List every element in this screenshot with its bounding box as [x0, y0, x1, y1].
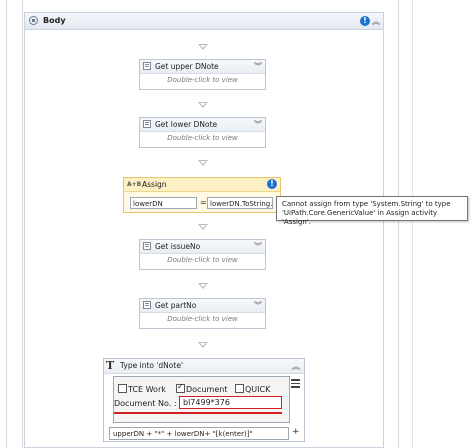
- flow-arrow-icon: [198, 224, 208, 230]
- activity-header[interactable]: Get lower DNote ︾: [140, 118, 265, 132]
- assign-header[interactable]: A+B Assign !: [124, 178, 280, 192]
- activity-title: Get partNo: [155, 301, 197, 310]
- flow-arrow-icon: [198, 283, 208, 289]
- document-no-field: bl7499*376: [179, 396, 282, 409]
- divider: [6, 0, 7, 448]
- info-icon[interactable]: !: [360, 16, 370, 26]
- body-sequence-title: Body: [43, 16, 66, 25]
- body-sequence-header[interactable]: Body ! ︽: [25, 13, 383, 30]
- activity-title: Get upper DNote: [155, 62, 219, 71]
- type-into-title: Type into 'dNote': [120, 361, 183, 370]
- activity-hint: Double-click to view: [167, 134, 238, 142]
- error-icon[interactable]: !: [267, 179, 277, 189]
- designer-canvas: Body ! ︽ Get upper DNote ︾ Double-click …: [0, 0, 474, 448]
- activity-hint: Double-click to view: [167, 315, 238, 323]
- sequence-icon: [143, 120, 151, 128]
- activity-get-partno[interactable]: Get partNo ︾ Double-click to view: [139, 298, 266, 329]
- activity-header[interactable]: Get upper DNote ︾: [140, 60, 265, 74]
- checkbox-quick: QUICK: [235, 384, 270, 394]
- tooltip-line: Cannot assign from type 'System.String' …: [282, 200, 451, 208]
- document-no-label: Document No. :: [114, 399, 177, 408]
- tooltip-line: 'UiPath.Core.GenericValue' in Assign act…: [282, 209, 438, 226]
- highlight-underline: [114, 412, 282, 414]
- collapse-chevrons-icon[interactable]: ︽: [372, 16, 380, 27]
- expand-chevrons-icon[interactable]: ︾: [254, 61, 262, 72]
- checkbox-icon: [118, 384, 127, 393]
- type-into-icon: T: [106, 359, 115, 372]
- activity-get-lower-dnote[interactable]: Get lower DNote ︾ Double-click to view: [139, 117, 266, 148]
- flow-arrow-icon: [198, 44, 208, 50]
- activity-get-issueno[interactable]: Get issueNo ︾ Double-click to view: [139, 239, 266, 270]
- checkbox-tce-work: TCE Work: [118, 384, 166, 394]
- checkbox-label: Document: [186, 385, 228, 394]
- checkbox-checked-icon: [176, 382, 185, 393]
- activity-title: Get lower DNote: [155, 120, 218, 129]
- assign-activity[interactable]: A+B Assign ! lowerDN = lowerDN.ToString.: [123, 177, 281, 213]
- activity-get-upper-dnote[interactable]: Get upper DNote ︾ Double-click to view: [139, 59, 266, 90]
- error-tooltip: Cannot assign from type 'System.String' …: [276, 196, 468, 226]
- activity-hint: Double-click to view: [167, 76, 238, 84]
- checkbox-label: QUICK: [245, 385, 271, 394]
- assign-equals: =: [200, 198, 207, 207]
- activity-title: Get issueNo: [155, 242, 201, 251]
- collapse-chevrons-icon[interactable]: ︽: [292, 361, 300, 372]
- expand-chevrons-icon[interactable]: ︾: [254, 300, 262, 311]
- activity-header[interactable]: Get partNo ︾: [140, 299, 265, 313]
- sequence-icon: [143, 242, 151, 250]
- divider: [22, 0, 23, 448]
- assign-title: Assign: [142, 180, 167, 189]
- flow-arrow-icon: [198, 160, 208, 166]
- menu-icon[interactable]: [291, 379, 300, 388]
- checkbox-icon: [235, 384, 244, 393]
- expand-chevrons-icon[interactable]: ︾: [254, 119, 262, 130]
- checkbox-label: TCE Work: [128, 385, 166, 394]
- activity-hint: Double-click to view: [167, 256, 238, 264]
- checkbox-document: Document: [176, 382, 228, 394]
- sequence-icon: [143, 62, 151, 70]
- target-screenshot[interactable]: TCE Work Document QUICK Document No. : b…: [113, 376, 290, 423]
- expand-chevrons-icon[interactable]: ︾: [254, 241, 262, 252]
- assign-to-field[interactable]: lowerDN: [130, 197, 197, 209]
- activity-header[interactable]: Get issueNo ︾: [140, 240, 265, 254]
- sequence-icon: [143, 301, 151, 309]
- text-expression-field[interactable]: upperDN + "*" + lowerDN+ "[k(enter)]": [109, 427, 289, 440]
- flow-arrow-icon: [198, 102, 208, 108]
- sequence-icon: [29, 16, 38, 25]
- flow-arrow-icon: [198, 342, 208, 348]
- type-into-header[interactable]: T Type into 'dNote' ︽: [104, 359, 304, 374]
- plus-icon[interactable]: +: [292, 427, 300, 437]
- assign-value-field[interactable]: lowerDN.ToString.: [207, 197, 273, 209]
- type-into-activity[interactable]: T Type into 'dNote' ︽ TCE Work Document …: [103, 358, 305, 442]
- assign-icon: A+B: [127, 181, 142, 188]
